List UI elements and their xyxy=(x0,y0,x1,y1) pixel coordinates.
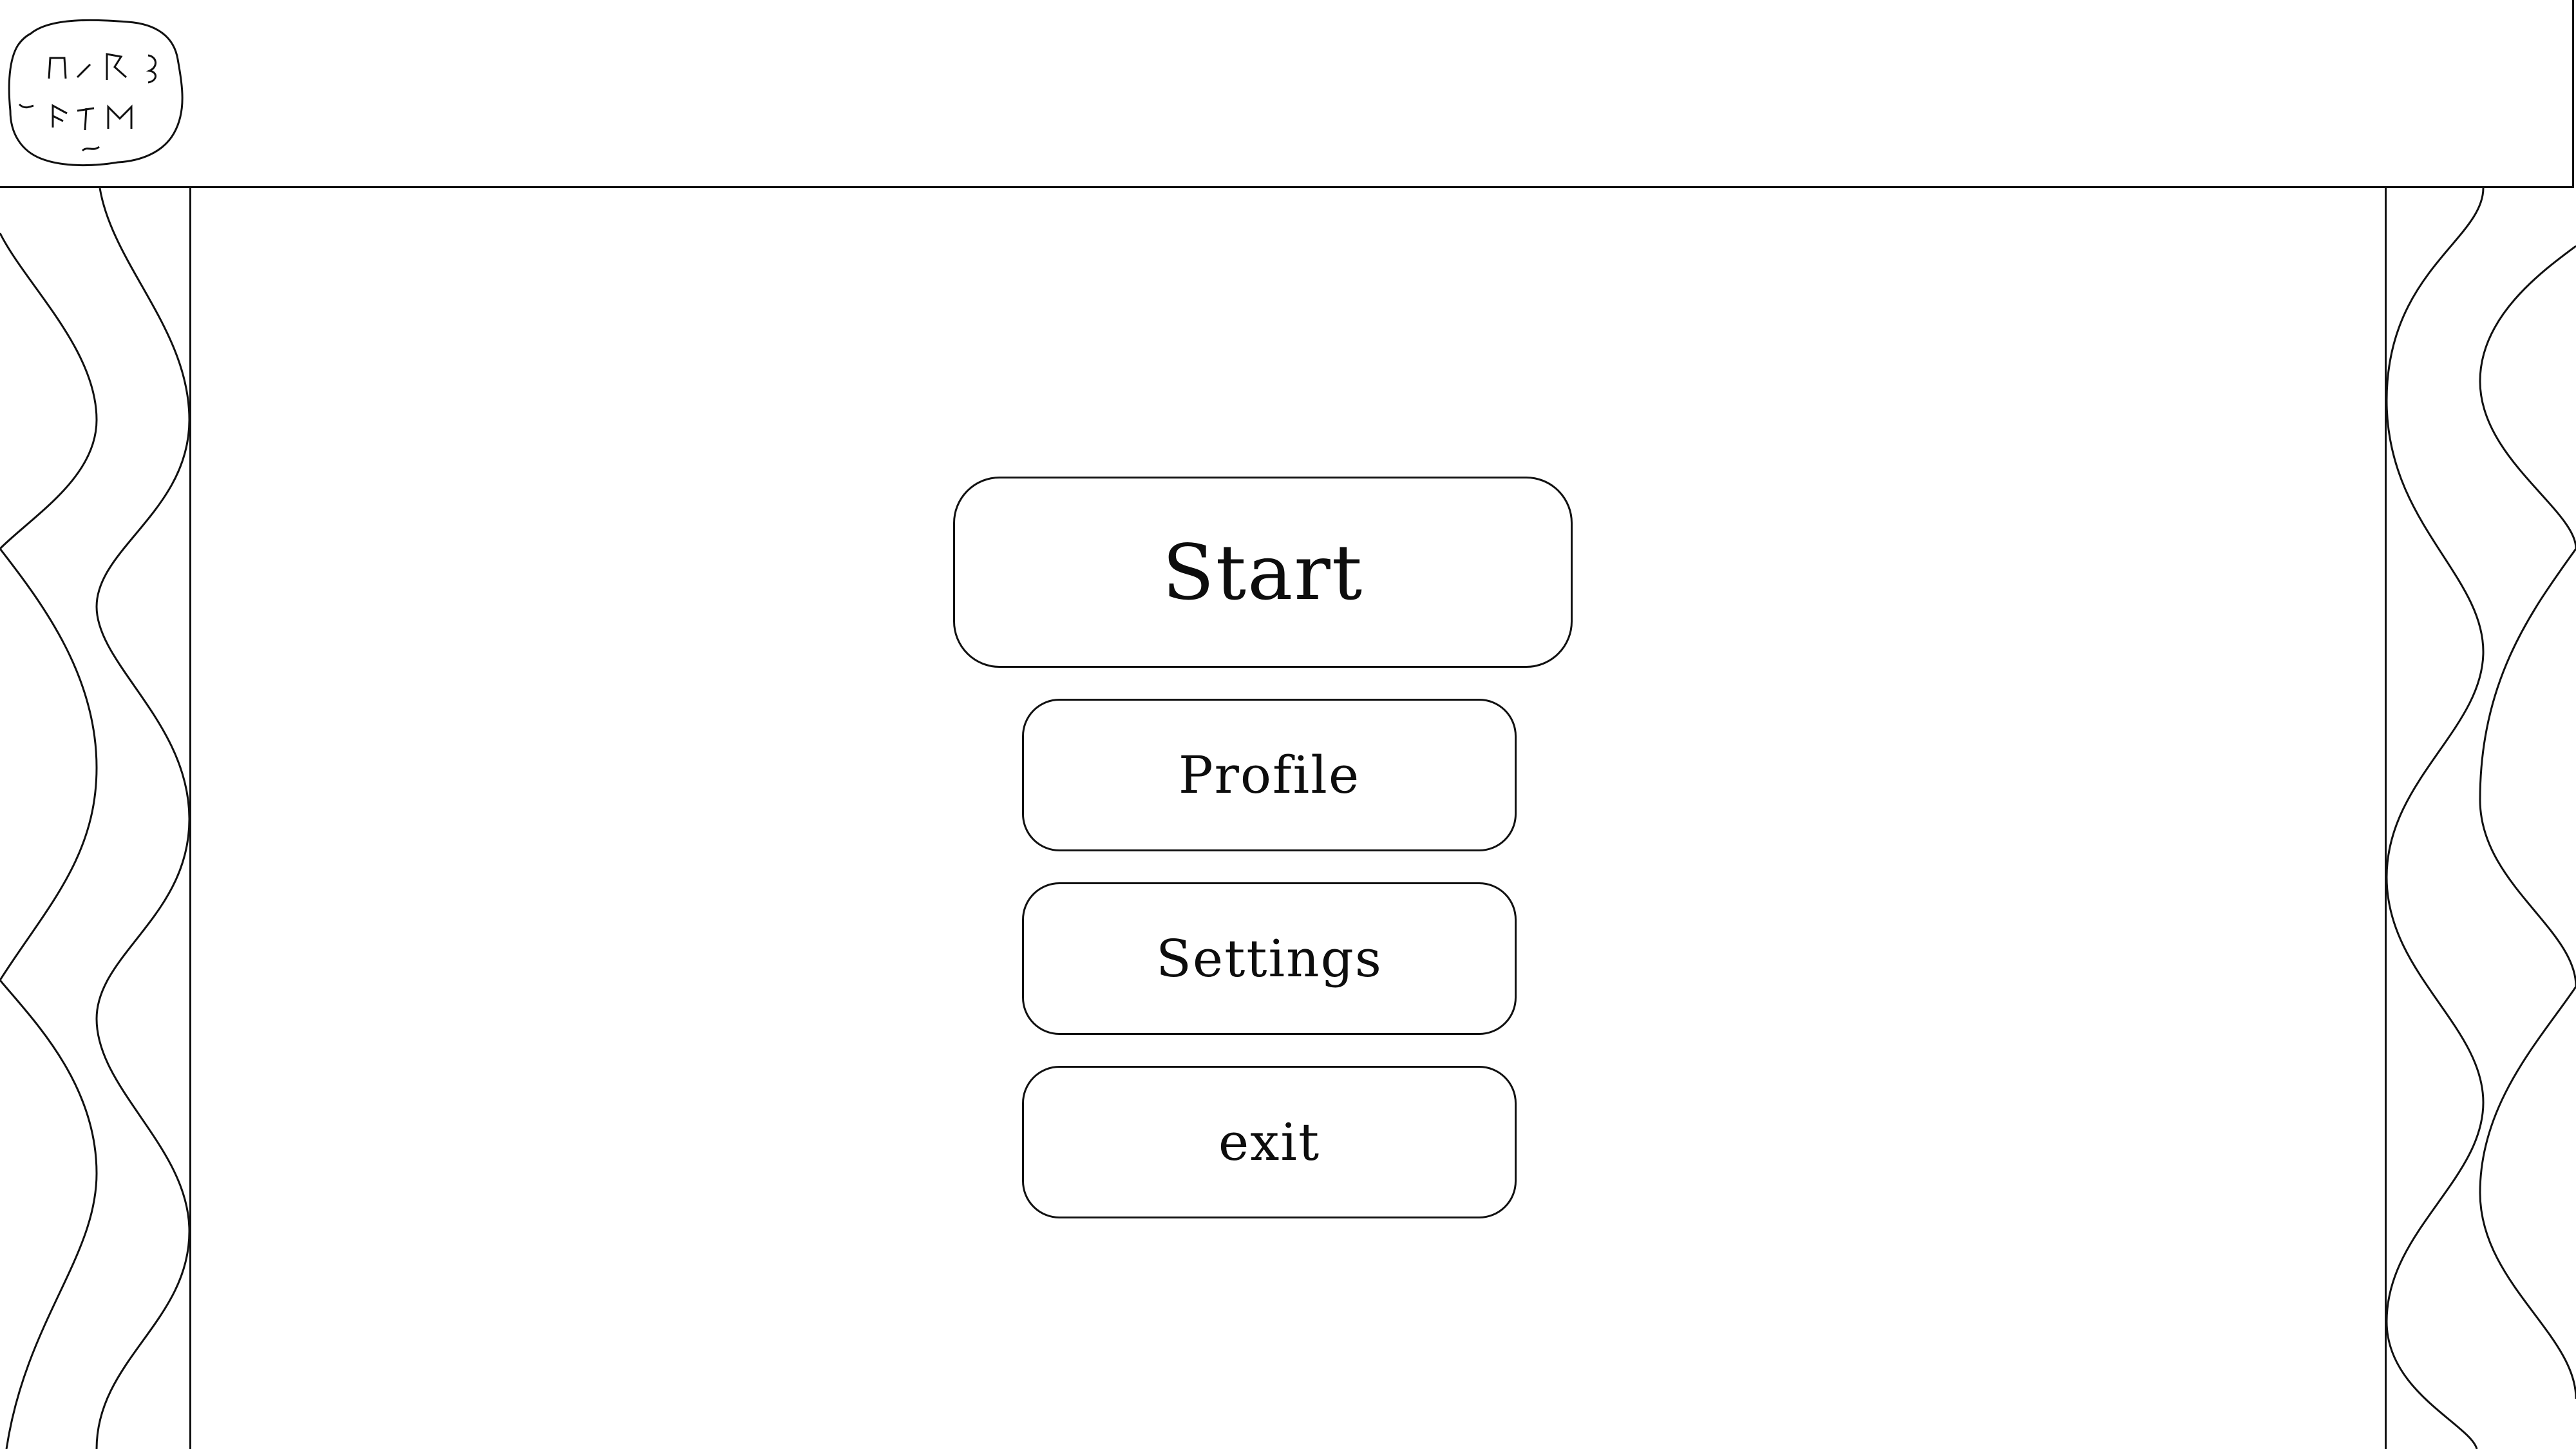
main-menu: Start Profile Settings exit xyxy=(0,0,2576,1449)
settings-button-label: Settings xyxy=(1156,929,1383,989)
profile-button[interactable]: Profile xyxy=(1022,699,1517,851)
start-button-label: Start xyxy=(1162,527,1364,617)
exit-button-label: exit xyxy=(1218,1112,1321,1172)
top-bar xyxy=(0,0,2574,188)
profile-button-label: Profile xyxy=(1178,745,1361,805)
wavy-pillar-icon xyxy=(2387,188,2576,1449)
settings-button[interactable]: Settings xyxy=(1022,882,1517,1035)
runic-stone-logo-icon[interactable] xyxy=(5,14,185,172)
left-pillar xyxy=(0,188,191,1449)
start-button[interactable]: Start xyxy=(953,477,1573,668)
wavy-pillar-icon xyxy=(0,188,189,1449)
right-pillar xyxy=(2385,188,2576,1449)
exit-button[interactable]: exit xyxy=(1022,1066,1517,1218)
